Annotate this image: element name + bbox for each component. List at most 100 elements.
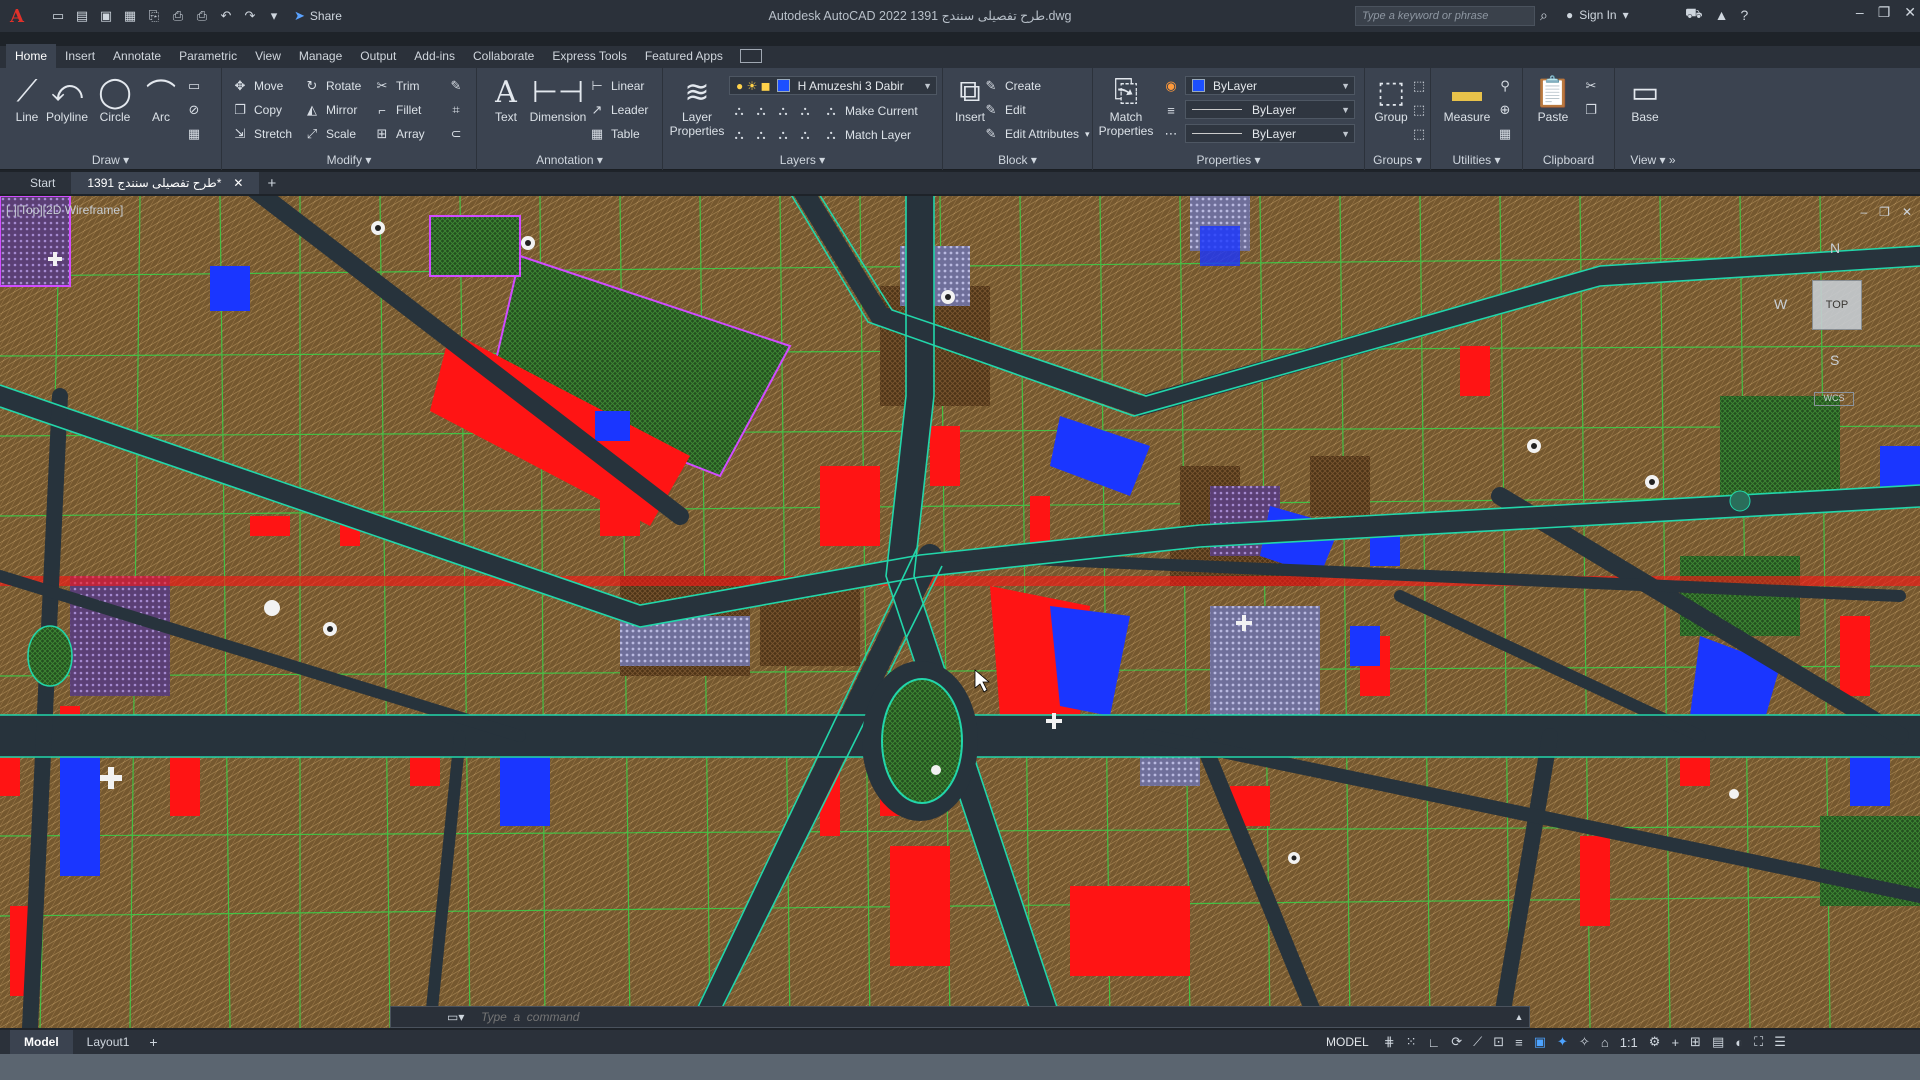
base-view-button[interactable]: ▭ Base <box>1623 74 1667 125</box>
help-search-input[interactable]: Type a keyword or phrase <box>1355 6 1535 26</box>
open-web-icon[interactable]: ⎙ <box>168 6 188 26</box>
minimize-icon[interactable]: – <box>1856 4 1864 21</box>
paste-button[interactable]: 📋 Paste <box>1531 74 1575 125</box>
open-folder-icon[interactable]: ▤ <box>72 6 92 26</box>
group-button[interactable]: ⬚ Group <box>1369 74 1413 125</box>
sign-in-button[interactable]: ● Sign In ▾ <box>1566 8 1629 22</box>
tab-insert[interactable]: Insert <box>56 46 104 68</box>
viewport-restore-icon[interactable]: ❐ <box>1879 205 1890 219</box>
panel-label-annotation[interactable]: Annotation ▾ <box>477 153 662 167</box>
measure-button[interactable]: ▬ Measure <box>1439 74 1495 124</box>
close-icon[interactable]: ✕ <box>1904 4 1916 21</box>
workspace-gear-icon[interactable]: ⚙ <box>1649 1034 1661 1050</box>
panel-label-block[interactable]: Block ▾ <box>943 153 1092 167</box>
panel-label-modify[interactable]: Modify ▾ <box>222 153 476 167</box>
grid-icon[interactable]: ⋕ <box>1384 1034 1395 1050</box>
tab-annotate[interactable]: Annotate <box>104 46 170 68</box>
hatch-tool-button[interactable]: ⊘ <box>186 100 202 120</box>
wcs-menu[interactable]: WCS <box>1814 392 1854 406</box>
annotation-monitor-icon[interactable]: + <box>1671 1035 1679 1050</box>
fillet-button[interactable]: ⌐ Fillet <box>374 100 421 120</box>
command-prompt-icon[interactable]: ▭▾ <box>447 1010 475 1024</box>
panel-label-draw[interactable]: Draw ▾ <box>0 153 221 167</box>
id-point-button[interactable]: ⊕ <box>1497 100 1513 120</box>
viewport-minimize-icon[interactable]: – <box>1860 205 1867 219</box>
tab-parametric[interactable]: Parametric <box>170 46 246 68</box>
osnap-icon[interactable]: ⊡ <box>1493 1034 1504 1050</box>
units-icon[interactable]: ⊞ <box>1690 1034 1701 1050</box>
drawing-viewport[interactable] <box>0 196 1920 1028</box>
tab-manage[interactable]: Manage <box>290 46 351 68</box>
autodesk-app-icon[interactable]: ▲ <box>1715 7 1729 23</box>
rotate-button[interactable]: ↻ Rotate <box>304 76 362 96</box>
layer-properties-button[interactable]: ≋ Layer Properties <box>667 74 727 139</box>
layer-tools-row2[interactable]: ⛬ ⛬ ⛬ ⛬ <box>731 125 813 145</box>
quick-properties-icon[interactable]: ▤ <box>1712 1034 1724 1050</box>
viewport-close-icon[interactable]: ✕ <box>1902 205 1912 219</box>
tab-layout1[interactable]: Layout1 <box>73 1030 144 1054</box>
scale-value[interactable]: 1:1 <box>1620 1035 1638 1050</box>
customize-menu-icon[interactable]: ☰ <box>1774 1034 1786 1050</box>
tab-output[interactable]: Output <box>351 46 405 68</box>
color-wheel-button[interactable]: ◉ <box>1163 76 1179 96</box>
panel-label-groups[interactable]: Groups ▾ <box>1365 153 1430 167</box>
isolate-objects-icon[interactable]: ◐ <box>1735 1035 1743 1050</box>
auto-scale-icon[interactable]: ✧ <box>1579 1034 1590 1050</box>
group-edit-button[interactable]: ⬚ <box>1411 100 1427 120</box>
scale-button[interactable]: ⤢ Scale <box>304 124 356 144</box>
tab-home[interactable]: Home <box>6 44 57 68</box>
tab-model[interactable]: Model <box>10 1030 73 1054</box>
restore-icon[interactable]: ❐ <box>1878 4 1891 21</box>
drawing-canvas[interactable] <box>0 196 1920 1028</box>
undo-icon[interactable]: ↶ <box>216 6 236 26</box>
leader-button[interactable]: ↗ Leader <box>589 100 649 120</box>
transparency-icon[interactable]: ▣ <box>1534 1034 1546 1050</box>
ribbon-minimize-icon[interactable] <box>739 49 762 63</box>
snap-icon[interactable]: ⁙ <box>1406 1034 1417 1050</box>
copy-clip-button[interactable]: ❐ <box>1583 100 1599 120</box>
lineweight-dropdown[interactable]: ByLayer ▼ <box>1185 100 1355 119</box>
layer-dropdown[interactable]: ● ☀ ◼ H Amuzeshi 3 Dabir ▼ <box>729 76 937 95</box>
match-properties-button[interactable]: ⎘ Match Properties <box>1095 74 1157 138</box>
viewcube[interactable]: TOP <box>1812 280 1862 330</box>
polar-icon[interactable]: ⟳ <box>1451 1034 1462 1050</box>
help-icon[interactable]: ? <box>1740 7 1748 23</box>
group-select-button[interactable]: ⬚ <box>1411 124 1427 144</box>
tab-view[interactable]: View <box>246 46 290 68</box>
make-current-button[interactable]: ⛬ Make Current <box>823 101 917 121</box>
panel-label-utilities[interactable]: Utilities ▾ <box>1431 153 1522 167</box>
cart-icon[interactable]: ⛟ <box>1685 5 1703 24</box>
edit-attributes-button[interactable]: ✎ Edit Attributes ▾ <box>983 124 1090 144</box>
annotation-scale-icon[interactable]: ⌂ <box>1601 1035 1609 1050</box>
model-space-toggle[interactable]: MODEL <box>1326 1035 1369 1049</box>
copy-button[interactable]: ❐ Copy <box>232 100 282 120</box>
redo-icon[interactable]: ↷ <box>240 6 260 26</box>
table-button[interactable]: ▦ Table <box>589 124 640 144</box>
dimension-tool-button[interactable]: ⊢⊣ Dimension <box>527 74 589 125</box>
command-history-icon[interactable]: ▲ <box>1509 1012 1529 1022</box>
close-tab-icon[interactable]: ✕ <box>233 176 243 190</box>
move-button[interactable]: ✥ Move <box>232 76 284 96</box>
linetype-button[interactable]: ⋯ <box>1163 124 1179 144</box>
arc-tool-button[interactable]: ⌒ Arc <box>134 74 188 124</box>
panel-label-view[interactable]: View ▾ » <box>1615 153 1691 167</box>
text-tool-button[interactable]: A Text <box>479 74 533 125</box>
plot-icon[interactable]: ⎙ <box>192 6 212 26</box>
tab-drawing[interactable]: طرح تفصیلی سنندج 1391* ✕ <box>71 172 260 194</box>
erase-button[interactable]: ✎ <box>448 76 464 96</box>
panel-label-layers[interactable]: Layers ▾ <box>663 153 942 167</box>
linetype-dropdown[interactable]: ByLayer ▼ <box>1185 124 1355 143</box>
tab-collaborate[interactable]: Collaborate <box>464 46 543 68</box>
new-tab-icon[interactable]: + <box>267 175 276 192</box>
array-button[interactable]: ⊞ Array <box>374 124 425 144</box>
panel-label-properties[interactable]: Properties ▾ <box>1093 153 1364 167</box>
save-web-icon[interactable]: ⎘ <box>144 6 164 26</box>
share-button[interactable]: ➤ Share <box>294 8 342 24</box>
tab-add-ins[interactable]: Add-ins <box>405 46 464 68</box>
ortho-icon[interactable]: ∟ <box>1428 1035 1441 1050</box>
tab-express-tools[interactable]: Express Tools <box>543 46 635 68</box>
trim-button[interactable]: ✂ Trim <box>374 76 420 96</box>
linear-button[interactable]: ⊢ Linear <box>589 76 644 96</box>
isodraft-icon[interactable]: ⟋ <box>1473 1034 1482 1050</box>
autocad-logo-icon[interactable]: A <box>4 3 30 29</box>
